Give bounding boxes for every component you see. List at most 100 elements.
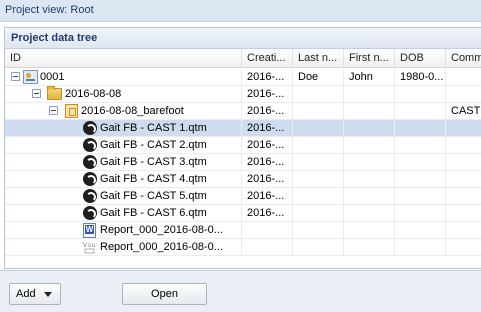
qtm-file-icon	[83, 206, 97, 220]
row-comment	[446, 86, 481, 103]
qtm-file-icon	[83, 189, 97, 203]
row-first-name	[344, 239, 395, 256]
tree-row-date-folder[interactable]: 2016-08-08 2016-...	[5, 86, 481, 103]
row-last-name	[293, 120, 344, 137]
row-dob	[395, 120, 446, 137]
row-id: Gait FB - CAST 6.qtm	[100, 207, 207, 219]
tree-row-qtm-file[interactable]: Gait FB - CAST 3.qtm 2016-...	[5, 154, 481, 171]
row-comment: CAST	[451, 105, 481, 117]
column-header-created[interactable]: Creati...	[242, 49, 293, 68]
collapse-icon[interactable]	[49, 106, 58, 115]
tree-row-session[interactable]: 2016-08-08_barefoot 2016-... CAST	[5, 103, 481, 120]
qtm-file-icon	[83, 121, 97, 135]
row-dob	[395, 205, 446, 222]
row-created: 2016-...	[242, 171, 293, 188]
tree-row-qtm-file[interactable]: Gait FB - CAST 5.qtm 2016-...	[5, 188, 481, 205]
row-created: 2016-...	[242, 103, 293, 120]
tree-row-qtm-file[interactable]: Gait FB - CAST 1.qtm 2016-...	[5, 120, 481, 137]
row-dob	[395, 171, 446, 188]
row-created: 2016-...	[242, 69, 293, 86]
tree-row-qtm-file[interactable]: Gait FB - CAST 6.qtm 2016-...	[5, 205, 481, 222]
row-created: 2016-...	[242, 120, 293, 137]
add-button[interactable]: Add	[9, 283, 61, 305]
project-data-tree-panel: Project data tree ID Creati... Last n...…	[4, 27, 481, 269]
row-id: Report_000_2016-08-0...	[100, 224, 223, 236]
row-first-name	[344, 222, 395, 239]
row-created: 2016-...	[242, 137, 293, 154]
panel-title: Project data tree	[11, 32, 98, 44]
row-created	[242, 239, 293, 256]
word-document-icon	[83, 223, 96, 238]
dropdown-arrow-icon	[44, 292, 52, 297]
row-comment	[446, 222, 481, 239]
row-id: 2016-08-08	[65, 88, 122, 100]
row-last-name	[293, 222, 344, 239]
svg-text:s: s	[88, 243, 91, 249]
row-comment	[446, 154, 481, 171]
row-first-name	[344, 171, 395, 188]
row-id: Gait FB - CAST 2.qtm	[100, 139, 207, 151]
row-id: Gait FB - CAST 5.qtm	[100, 190, 207, 202]
folder-icon	[47, 86, 62, 100]
video-file-icon: Vsu	[83, 240, 98, 255]
row-last-name	[293, 205, 344, 222]
tree-row-qtm-file[interactable]: Gait FB - CAST 4.qtm 2016-...	[5, 171, 481, 188]
row-id: 2016-08-08_barefoot	[81, 105, 184, 117]
open-button[interactable]: Open	[122, 283, 207, 305]
project-view-title-bar: Project view: Root	[0, 0, 481, 22]
panel-header: Project data tree	[5, 28, 481, 49]
row-first-name	[344, 103, 395, 120]
row-last-name	[293, 239, 344, 256]
session-icon	[65, 104, 78, 118]
project-view-title: Project view: Root	[5, 4, 94, 16]
tree-row-report-document[interactable]: Report_000_2016-08-0...	[5, 222, 481, 239]
row-first-name	[344, 137, 395, 154]
tree-row-subject[interactable]: 0001 2016-... Doe John 1980-0...	[5, 69, 481, 86]
row-first-name	[344, 120, 395, 137]
svg-text:V: V	[83, 243, 87, 249]
row-id: Gait FB - CAST 4.qtm	[100, 173, 207, 185]
row-dob	[395, 222, 446, 239]
column-header-last-name[interactable]: Last n...	[293, 49, 344, 68]
column-header-first-name[interactable]: First n...	[344, 49, 395, 68]
row-last-name	[293, 188, 344, 205]
row-last-name	[293, 137, 344, 154]
row-created: 2016-...	[242, 154, 293, 171]
qtm-file-icon	[83, 155, 97, 169]
row-comment	[446, 239, 481, 256]
row-comment	[446, 188, 481, 205]
bottom-toolbar: Add Open	[0, 270, 481, 312]
row-dob	[395, 137, 446, 154]
column-header-dob[interactable]: DOB	[395, 49, 446, 68]
row-last-name	[293, 154, 344, 171]
row-id: Gait FB - CAST 1.qtm	[100, 122, 207, 134]
row-dob	[395, 188, 446, 205]
row-id: Gait FB - CAST 3.qtm	[100, 156, 207, 168]
row-last-name	[293, 103, 344, 120]
row-dob	[395, 103, 446, 120]
row-last-name	[293, 171, 344, 188]
row-dob: 1980-0...	[395, 69, 446, 86]
row-first-name	[344, 188, 395, 205]
row-comment	[446, 69, 481, 86]
row-dob	[395, 239, 446, 256]
tree-rows: 0001 2016-... Doe John 1980-0... 2016-08…	[5, 69, 481, 256]
tree-row-qtm-file[interactable]: Gait FB - CAST 2.qtm 2016-...	[5, 137, 481, 154]
column-header-id[interactable]: ID	[5, 49, 242, 68]
qtm-file-icon	[83, 172, 97, 186]
collapse-icon[interactable]	[11, 72, 20, 81]
qtm-file-icon	[83, 138, 97, 152]
row-created	[242, 222, 293, 239]
row-id: Report_000_2016-08-0...	[100, 241, 223, 253]
row-first-name	[344, 205, 395, 222]
row-first-name: John	[344, 69, 395, 86]
row-comment	[446, 137, 481, 154]
column-header-comment[interactable]: Comm	[446, 49, 481, 68]
row-first-name	[344, 86, 395, 103]
row-id: 0001	[40, 71, 65, 83]
row-comment	[446, 171, 481, 188]
add-button-label: Add	[16, 288, 36, 300]
svg-text:u: u	[92, 243, 95, 249]
collapse-icon[interactable]	[32, 89, 41, 98]
tree-row-report-video[interactable]: Vsu Report_000_2016-08-0...	[5, 239, 481, 256]
